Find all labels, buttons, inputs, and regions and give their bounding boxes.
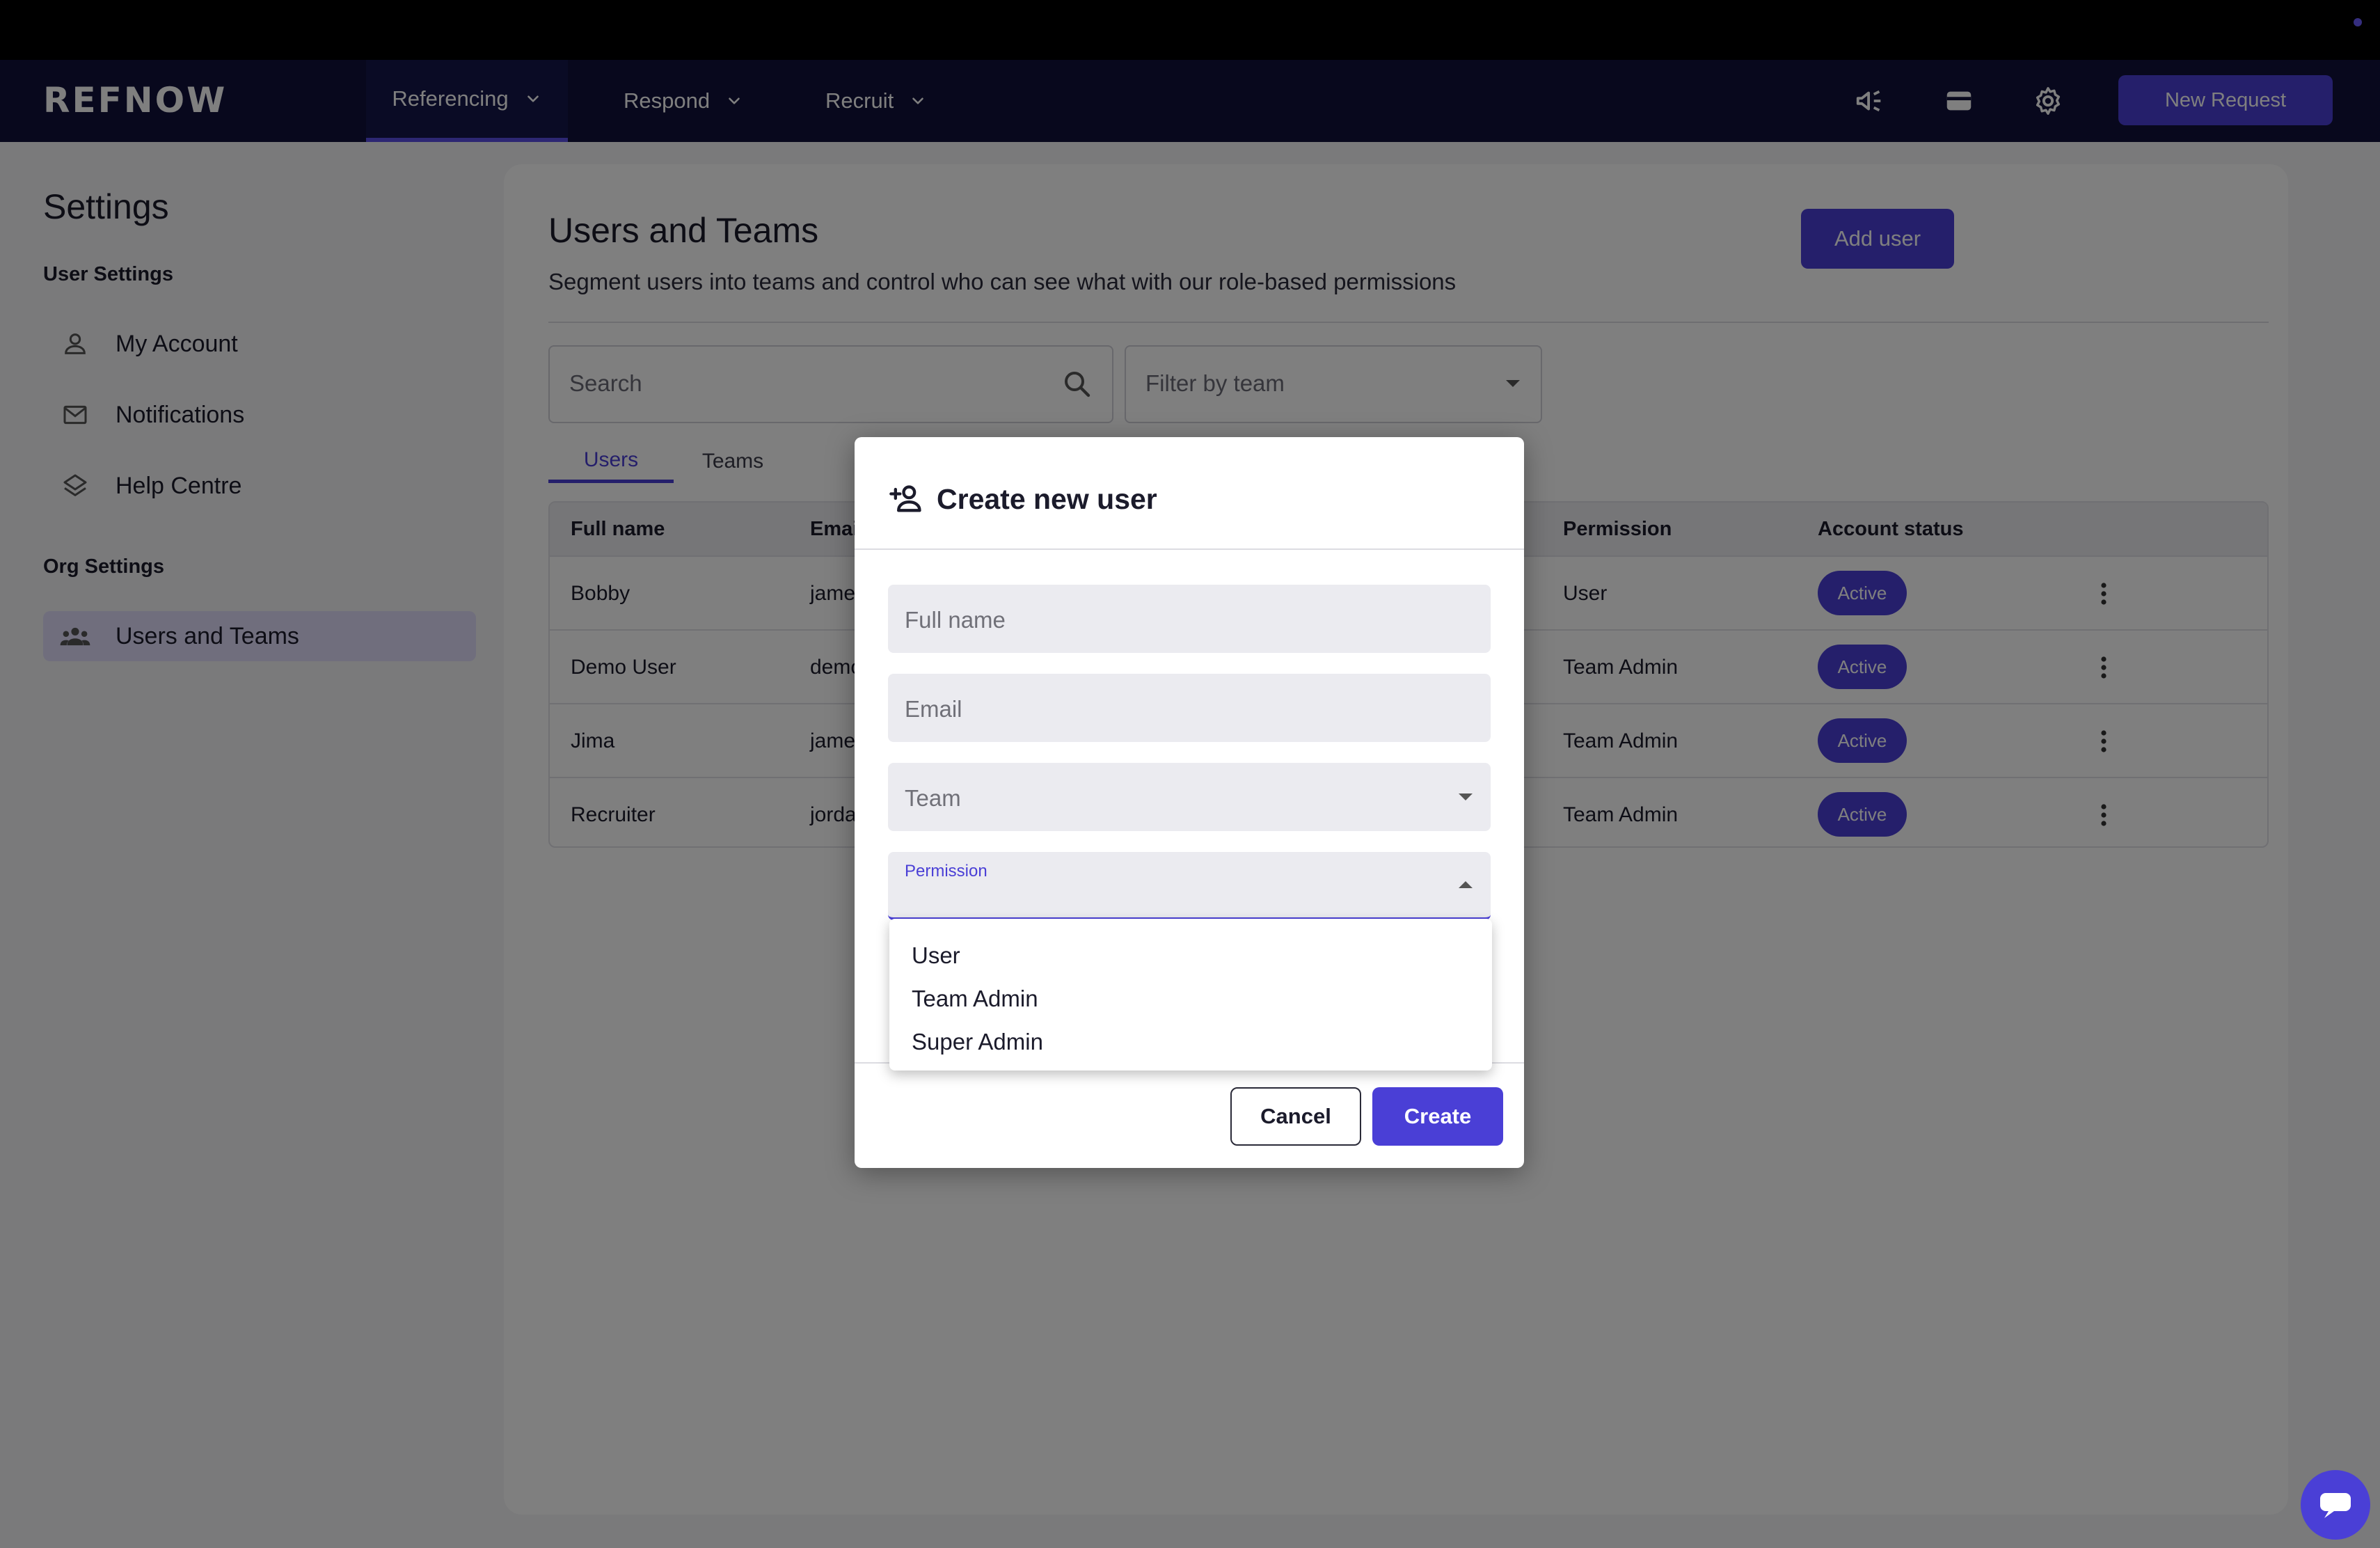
email-field[interactable]: Email	[888, 674, 1491, 742]
caret-up-icon	[1459, 881, 1473, 888]
chat-icon	[2320, 1493, 2351, 1518]
full-name-placeholder: Full name	[905, 607, 1006, 633]
dialog-title: Create new user	[937, 483, 1157, 515]
create-button[interactable]: Create	[1372, 1087, 1503, 1146]
permission-option-team-admin[interactable]: Team Admin	[889, 977, 1492, 1020]
add-person-icon	[889, 485, 921, 512]
permission-select[interactable]: Permission	[888, 852, 1491, 920]
chat-launcher-button[interactable]	[2301, 1470, 2370, 1540]
email-placeholder: Email	[905, 696, 962, 722]
cancel-button[interactable]: Cancel	[1230, 1087, 1361, 1146]
team-placeholder: Team	[905, 785, 961, 811]
permission-option-user[interactable]: User	[889, 934, 1492, 977]
permission-label: Permission	[905, 862, 987, 880]
permission-dropdown-menu: User Team Admin Super Admin	[889, 919, 1492, 1071]
permission-option-super-admin[interactable]: Super Admin	[889, 1020, 1492, 1064]
caret-down-icon	[1459, 793, 1473, 800]
dialog-header: Create new user	[855, 437, 1524, 550]
team-select[interactable]: Team	[888, 763, 1491, 831]
full-name-field[interactable]: Full name	[888, 585, 1491, 653]
